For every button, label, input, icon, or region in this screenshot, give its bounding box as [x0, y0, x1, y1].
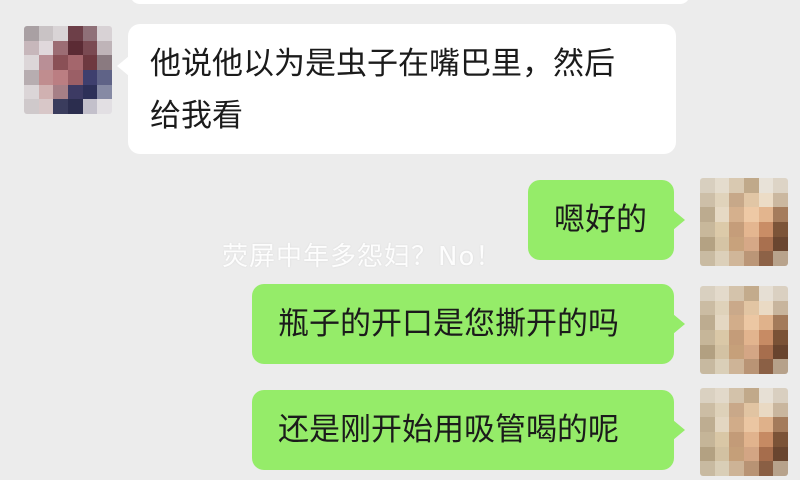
- outgoing-message-bubble[interactable]: 还是刚开始用吸管喝的呢: [252, 390, 685, 470]
- previous-message-bubble: [130, 0, 690, 4]
- incoming-message-bubble[interactable]: 他说他以为是虫子在嘴巴里，然后 给我看: [117, 24, 676, 154]
- contact-avatar[interactable]: [24, 26, 112, 114]
- self-avatar[interactable]: [700, 388, 788, 476]
- message-text-line: 给我看: [150, 98, 243, 134]
- self-avatar[interactable]: [700, 286, 788, 374]
- outgoing-message-bubble[interactable]: 瓶子的开口是您撕开的吗: [252, 284, 685, 364]
- chat-window: 他说他以为是虫子在嘴巴里，然后 给我看 嗯好的 瓶子的开口是您撕开的吗 还是刚开…: [0, 0, 800, 480]
- message-text: 瓶子的开口是您撕开的吗: [278, 306, 619, 342]
- message-text-line: 他说他以为是虫子在嘴巴里，然后: [150, 46, 615, 82]
- outgoing-message-bubble[interactable]: 嗯好的: [528, 180, 685, 260]
- self-avatar[interactable]: [700, 178, 788, 266]
- watermark-text: 荧屏中年多怨妇？No！: [222, 242, 503, 272]
- message-text: 还是刚开始用吸管喝的呢: [278, 412, 619, 448]
- message-text: 嗯好的: [554, 202, 647, 238]
